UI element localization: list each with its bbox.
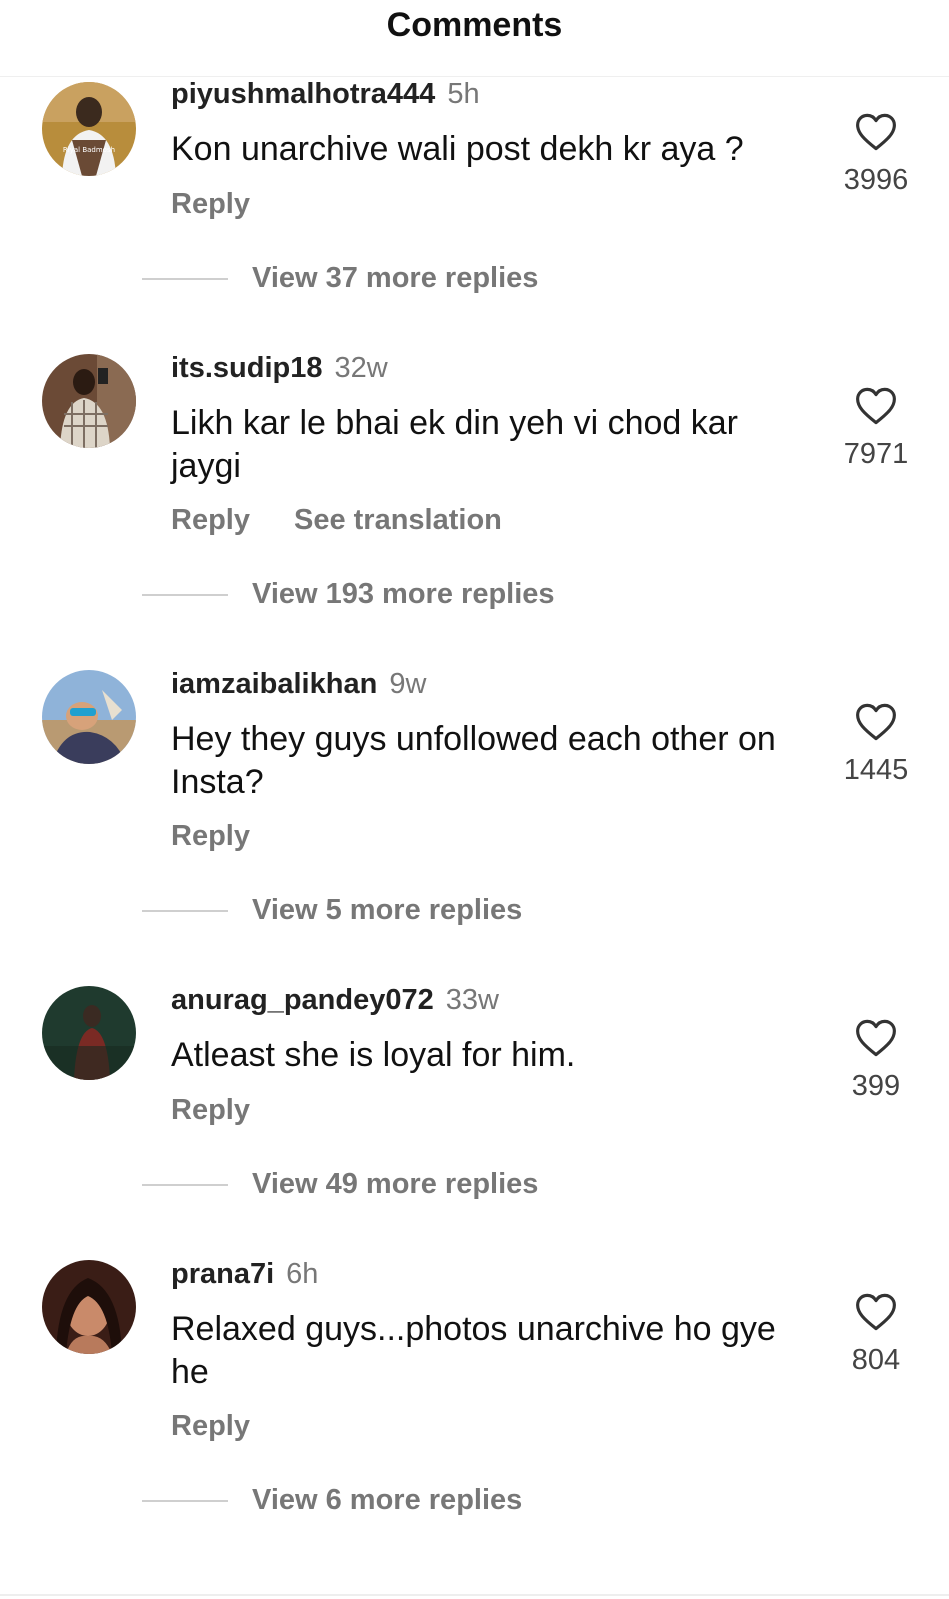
comment-actions: Reply	[171, 820, 250, 853]
comment-meta: iamzaibalikhan 9w	[171, 666, 426, 702]
username[interactable]: prana7i	[171, 1258, 274, 1290]
view-replies[interactable]: View 49 more replies	[142, 1168, 538, 1201]
replies-divider	[142, 593, 228, 596]
comments-header: Comments	[0, 0, 949, 77]
comment-meta: anurag_pandey072 33w	[171, 982, 499, 1018]
comment-actions: Reply	[171, 188, 250, 221]
like-control: 804	[820, 1292, 932, 1377]
like-count: 1445	[843, 754, 909, 786]
timestamp: 32w	[334, 352, 388, 384]
reply-button[interactable]: Reply	[171, 504, 250, 537]
like-control: 3996	[820, 112, 932, 197]
like-count: 804	[851, 1344, 901, 1376]
timestamp: 6h	[286, 1258, 319, 1290]
username[interactable]: iamzaibalikhan	[171, 668, 377, 700]
reply-button[interactable]: Reply	[171, 1410, 250, 1443]
view-replies-label[interactable]: View 193 more replies	[252, 578, 555, 611]
heart-outline-icon[interactable]	[855, 702, 897, 742]
replies-divider	[142, 1499, 228, 1502]
reply-button[interactable]: Reply	[171, 820, 250, 853]
heart-outline-icon[interactable]	[855, 1292, 897, 1332]
like-control: 7971	[820, 386, 932, 471]
heart-outline-icon[interactable]	[855, 1018, 897, 1058]
bottom-divider	[0, 1594, 949, 1596]
comment-text: Kon unarchive wali post dekh kr aya ?	[171, 130, 744, 168]
view-replies-label[interactable]: View 49 more replies	[252, 1168, 538, 1201]
like-control: 399	[820, 1018, 932, 1103]
like-control: 1445	[820, 702, 932, 787]
comment-text: Atleast she is loyal for him.	[171, 1036, 576, 1074]
avatar[interactable]	[42, 1260, 136, 1354]
replies-divider	[142, 909, 228, 912]
comment-text: Likh kar le bhai ek din yeh vi chod kar …	[171, 404, 738, 485]
comment-actions: Reply	[171, 1410, 250, 1443]
username[interactable]: its.sudip18	[171, 352, 323, 384]
avatar[interactable]	[42, 986, 136, 1080]
comment-meta: its.sudip18 32w	[171, 350, 388, 386]
replies-divider	[142, 277, 228, 280]
comment-actions: Reply See translation	[171, 504, 502, 537]
like-count: 7971	[843, 438, 909, 470]
view-replies-label[interactable]: View 37 more replies	[252, 262, 538, 295]
timestamp: 9w	[389, 668, 427, 700]
page-title: Comments	[386, 6, 563, 44]
view-replies[interactable]: View 6 more replies	[142, 1484, 522, 1517]
timestamp: 33w	[445, 984, 499, 1016]
reply-button[interactable]: Reply	[171, 1094, 250, 1127]
see-translation-button[interactable]: See translation	[294, 504, 502, 537]
svg-text:Riyal Badmosh: Riyal Badmosh	[63, 146, 115, 154]
replies-divider	[142, 1183, 228, 1186]
view-replies[interactable]: View 193 more replies	[142, 578, 555, 611]
view-replies[interactable]: View 37 more replies	[142, 262, 538, 295]
heart-outline-icon[interactable]	[855, 386, 897, 426]
comment-text: Relaxed guys...photos unarchive ho gye h…	[171, 1310, 776, 1391]
username[interactable]: piyushmalhotra444	[171, 78, 435, 110]
reply-button[interactable]: Reply	[171, 188, 250, 221]
comment-text: Hey they guys unfollowed each other on I…	[171, 720, 776, 801]
like-count: 3996	[843, 164, 909, 196]
view-replies-label[interactable]: View 6 more replies	[252, 1484, 522, 1517]
comment-meta: prana7i 6h	[171, 1256, 318, 1292]
comment-actions: Reply	[171, 1094, 250, 1127]
heart-outline-icon[interactable]	[855, 112, 897, 152]
avatar[interactable]	[42, 354, 136, 448]
avatar[interactable]: Riyal Badmosh	[42, 82, 136, 176]
username[interactable]: anurag_pandey072	[171, 984, 434, 1016]
avatar[interactable]	[42, 670, 136, 764]
timestamp: 5h	[447, 78, 480, 110]
view-replies[interactable]: View 5 more replies	[142, 894, 522, 927]
like-count: 399	[851, 1070, 901, 1102]
comment-meta: piyushmalhotra444 5h	[171, 76, 480, 112]
view-replies-label[interactable]: View 5 more replies	[252, 894, 522, 927]
